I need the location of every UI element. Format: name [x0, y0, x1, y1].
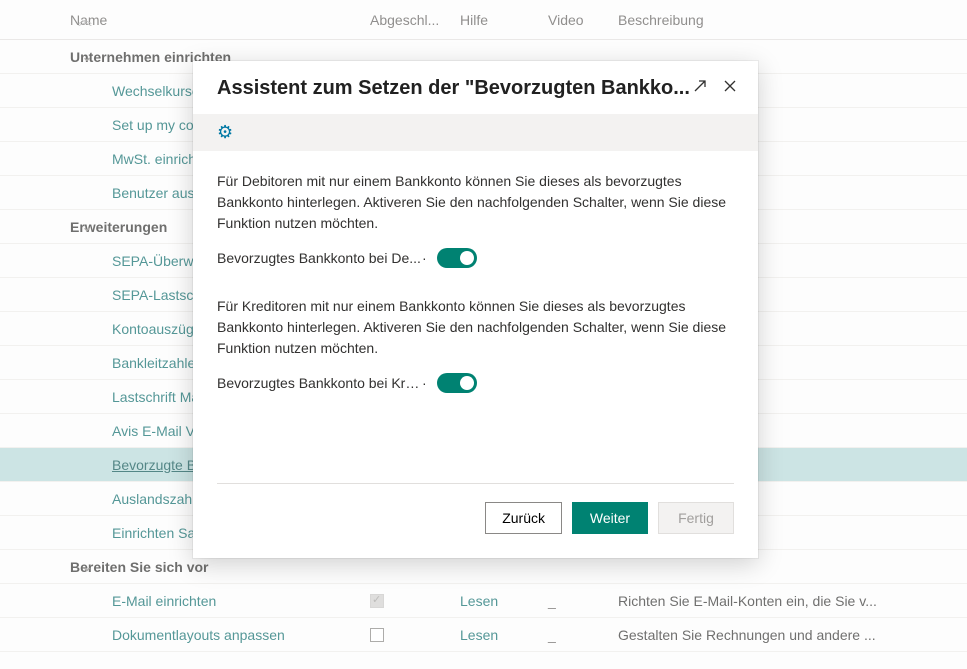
toggle-kreditor[interactable]: [437, 373, 477, 393]
modal-toolbar: ⚙: [193, 114, 758, 151]
finish-button: Fertig: [658, 502, 734, 534]
toggle-row-kreditor: Bevorzugtes Bankkonto bei Kre... ·: [217, 373, 734, 393]
toggle-debitor[interactable]: [437, 248, 477, 268]
back-button[interactable]: Zurück: [485, 502, 562, 534]
wizard-modal: Assistent zum Setzen der "Bevorzugten Ba…: [193, 61, 758, 558]
modal-title: Assistent zum Setzen der "Bevorzugten Ba…: [217, 77, 692, 100]
close-icon[interactable]: [722, 78, 738, 99]
field-more-icon[interactable]: ·: [422, 375, 427, 391]
modal-body: Für Debitoren mit nur einem Bankkonto kö…: [193, 151, 758, 483]
toggle-label-kreditor: Bevorzugtes Bankkonto bei Kre...: [217, 375, 422, 391]
debitor-description: Für Debitoren mit nur einem Bankkonto kö…: [217, 171, 734, 234]
gear-icon[interactable]: ⚙: [217, 122, 233, 142]
toggle-row-debitor: Bevorzugtes Bankkonto bei De... ·: [217, 248, 734, 268]
next-button[interactable]: Weiter: [572, 502, 648, 534]
toggle-label-debitor: Bevorzugtes Bankkonto bei De...: [217, 250, 422, 266]
modal-header: Assistent zum Setzen der "Bevorzugten Ba…: [193, 61, 758, 114]
kreditor-description: Für Kreditoren mit nur einem Bankkonto k…: [217, 296, 734, 359]
expand-icon[interactable]: [692, 78, 708, 99]
modal-footer: Zurück Weiter Fertig: [193, 484, 758, 558]
field-more-icon[interactable]: ·: [422, 250, 427, 266]
